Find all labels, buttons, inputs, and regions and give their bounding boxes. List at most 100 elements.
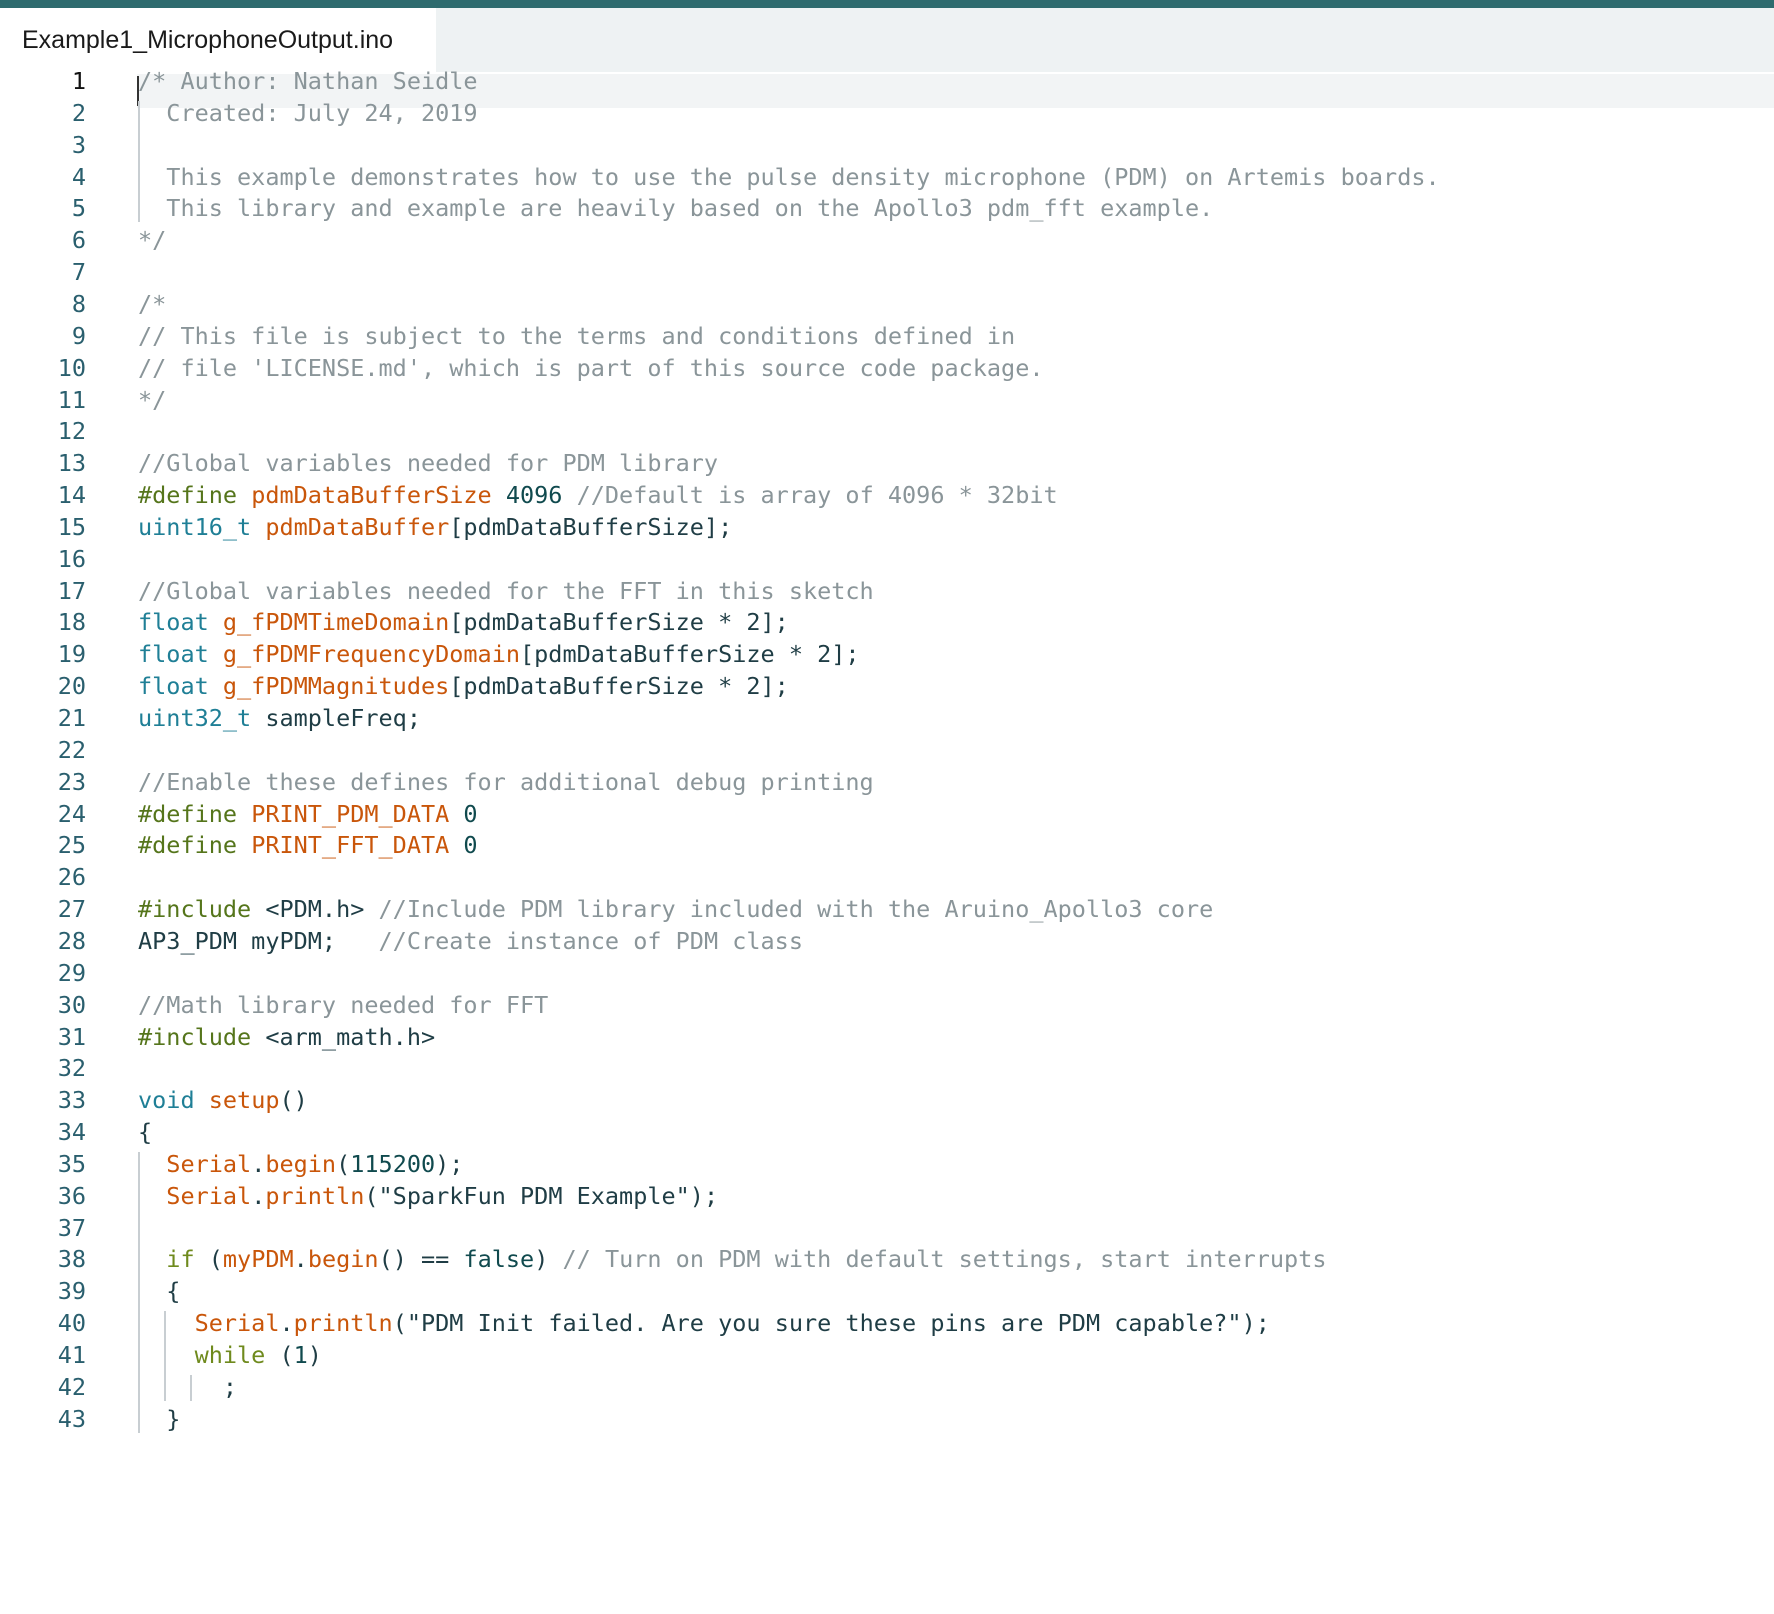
code-token: . bbox=[293, 1245, 308, 1274]
code-token: . bbox=[251, 1149, 266, 1178]
line-number: 19 bbox=[57, 640, 86, 669]
code-line: 5 This library and example are heavily b… bbox=[0, 190, 1774, 226]
code-text: #define PRINT_PDM_DATA 0 bbox=[138, 796, 478, 832]
line-number: 35 bbox=[57, 1149, 86, 1178]
code-token: g_fPDMTimeDomain bbox=[222, 608, 450, 637]
code-text: { bbox=[138, 1114, 152, 1150]
code-token: . bbox=[279, 1309, 294, 1338]
code-token: { bbox=[138, 1118, 153, 1147]
code-text: Serial.println("SparkFun PDM Example"); bbox=[138, 1178, 718, 1214]
code-text: */ bbox=[138, 222, 166, 258]
line-number: 38 bbox=[57, 1245, 86, 1274]
code-token: begin bbox=[265, 1149, 337, 1178]
code-token: while bbox=[194, 1341, 280, 1369]
code-text: void setup() bbox=[138, 1082, 308, 1118]
code-token: void bbox=[138, 1086, 209, 1115]
code-token: #define bbox=[138, 481, 252, 510]
code-line: 34 { bbox=[0, 1114, 1774, 1150]
line-number: 28 bbox=[57, 926, 86, 955]
code-line: 4 This example demonstrates how to use t… bbox=[0, 159, 1774, 195]
line-number: 16 bbox=[57, 544, 86, 573]
line-number: 43 bbox=[57, 1404, 86, 1433]
code-line: 27 #include <PDM.h> //Include PDM library… bbox=[0, 891, 1774, 927]
code-token: } bbox=[138, 1404, 181, 1433]
line-number: 11 bbox=[57, 385, 86, 414]
code-token: g_fPDMMagnitudes bbox=[222, 672, 450, 701]
code-text: uint16_t pdmDataBuffer[pdmDataBufferSize… bbox=[138, 509, 732, 545]
code-text: Serial.println("PDM Init failed. Are you… bbox=[138, 1305, 1270, 1341]
code-text: #define PRINT_FFT_DATA 0 bbox=[138, 827, 478, 863]
code-token: Serial bbox=[166, 1149, 252, 1178]
code-token: //Create instance of PDM class bbox=[378, 926, 803, 955]
code-line: 18 float g_fPDMTimeDomain[pdmDataBufferSi… bbox=[0, 604, 1774, 640]
code-text: float g_fPDMFrequencyDomain[pdmDataBuffe… bbox=[138, 636, 860, 672]
code-token: //Enable these defines for additional de… bbox=[138, 767, 874, 796]
line-number: 6 bbox=[71, 226, 86, 255]
code-token: 1 bbox=[293, 1341, 308, 1369]
code-line: 2 Created: July 24, 2019 bbox=[0, 95, 1774, 131]
code-token: () bbox=[279, 1086, 308, 1115]
line-number: 12 bbox=[57, 417, 86, 446]
code-line: 10 // file 'LICENSE.md', which is part of… bbox=[0, 350, 1774, 386]
code-text: float g_fPDMMagnitudes[pdmDataBufferSize… bbox=[138, 668, 789, 704]
code-token: [pdmDataBufferSize * 2]; bbox=[449, 608, 789, 637]
line-number: 40 bbox=[57, 1309, 86, 1338]
code-text: This library and example are heavily bas… bbox=[138, 190, 1213, 226]
code-text: #define pdmDataBufferSize 4096 //Default… bbox=[138, 477, 1058, 513]
line-number: 3 bbox=[71, 130, 86, 159]
code-text: /* bbox=[138, 286, 166, 322]
indent-guide bbox=[138, 100, 140, 223]
code-line: 14 #define pdmDataBufferSize 4096 //Defau… bbox=[0, 477, 1774, 513]
code-token: //Default is array of 4096 * 32bit bbox=[576, 481, 1058, 510]
line-number: 5 bbox=[71, 194, 86, 223]
code-line: 11 */ bbox=[0, 382, 1774, 418]
code-line: 28 AP3_PDM myPDM; //Create instance of PD… bbox=[0, 923, 1774, 959]
code-token: float bbox=[138, 640, 223, 669]
code-token: ) bbox=[307, 1341, 322, 1369]
code-line: 9 // This file is subject to the terms an… bbox=[0, 318, 1774, 354]
code-text: float g_fPDMTimeDomain[pdmDataBufferSize… bbox=[138, 604, 789, 640]
code-line: 1 /* Author: Nathan Seidle bbox=[0, 63, 1774, 99]
line-number: 34 bbox=[57, 1118, 86, 1147]
indent-guide bbox=[190, 1374, 192, 1401]
code-token: /* Author: Nathan Seidle bbox=[138, 67, 478, 95]
code-token: // file 'LICENSE.md', which is part of t… bbox=[138, 353, 1044, 382]
code-token: Serial bbox=[166, 1181, 252, 1210]
code-line: 25 #define PRINT_FFT_DATA 0 bbox=[0, 827, 1774, 863]
code-token: float bbox=[138, 608, 223, 637]
line-number: 33 bbox=[57, 1086, 86, 1115]
code-text: //Enable these defines for additional de… bbox=[138, 764, 874, 800]
code-line: 7 bbox=[0, 254, 1774, 290]
code-token: AP3_PDM myPDM; bbox=[138, 926, 379, 955]
code-text: ; bbox=[138, 1369, 237, 1405]
code-line: 29 bbox=[0, 955, 1774, 991]
line-number: 15 bbox=[57, 512, 86, 541]
code-token: // This file is subject to the terms and… bbox=[138, 321, 1016, 350]
code-line: 37 bbox=[0, 1210, 1774, 1246]
code-line: 38 if (myPDM.begin() == false) // Turn o… bbox=[0, 1241, 1774, 1277]
line-number: 39 bbox=[57, 1277, 86, 1306]
code-line: 32 bbox=[0, 1050, 1774, 1086]
code-line: 41 while (1) bbox=[0, 1337, 1774, 1373]
code-token: [pdmDataBufferSize]; bbox=[449, 512, 733, 541]
code-token: // Turn on PDM with default settings, st… bbox=[562, 1245, 1327, 1274]
code-token: ( bbox=[336, 1149, 351, 1178]
line-number: 1 bbox=[71, 67, 86, 95]
code-line: 22 bbox=[0, 732, 1774, 768]
code-token: 0 bbox=[463, 799, 478, 828]
code-token: 4096 bbox=[505, 481, 577, 510]
code-line: 17 //Global variables needed for the FFT … bbox=[0, 573, 1774, 609]
code-token: Created: July 24, 2019 bbox=[138, 98, 478, 127]
code-line: 42 ; bbox=[0, 1369, 1774, 1405]
line-number: 14 bbox=[57, 481, 86, 510]
code-token: println bbox=[265, 1181, 365, 1210]
line-number: 31 bbox=[57, 1022, 86, 1051]
code-token: */ bbox=[138, 226, 167, 255]
code-text: // file 'LICENSE.md', which is part of t… bbox=[138, 350, 1043, 386]
code-line: 26 bbox=[0, 859, 1774, 895]
code-line: 36 Serial.println("SparkFun PDM Example"… bbox=[0, 1178, 1774, 1214]
code-text: */ bbox=[138, 382, 166, 418]
code-token: pdmDataBufferSize bbox=[251, 481, 506, 510]
